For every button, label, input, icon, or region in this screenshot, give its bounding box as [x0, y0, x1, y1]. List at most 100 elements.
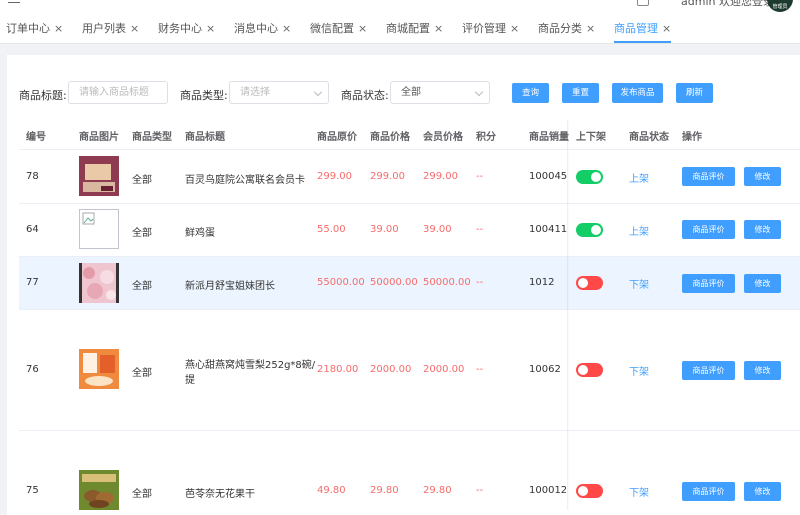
cell-member-price: 39.00: [423, 224, 452, 235]
cell-id: 76: [26, 364, 39, 375]
close-icon[interactable]: ×: [358, 22, 367, 35]
cell-price: 29.80: [370, 485, 399, 496]
close-icon[interactable]: ×: [586, 22, 595, 35]
cell-price: 2000.00: [370, 364, 412, 375]
close-icon[interactable]: ×: [206, 22, 215, 35]
tab-product-category[interactable]: 商品分类 ×: [538, 14, 595, 43]
cell-status-link[interactable]: 下架: [629, 484, 649, 499]
broken-image-icon: [79, 209, 119, 249]
publish-product-button[interactable]: 发布商品: [612, 83, 663, 103]
cell-original-price: 299.00: [317, 171, 352, 182]
tab-bar: 订单中心 × 用户列表 × 财务中心 × 消息中心 × 微信配置 × 商城配置 × 评价管理…: [0, 14, 800, 44]
cell-points: --: [476, 277, 484, 288]
close-icon[interactable]: ×: [434, 22, 443, 35]
membership-card-image: [79, 156, 119, 196]
refresh-button[interactable]: 刷新: [676, 83, 713, 103]
cell-title: 鲜鸡蛋: [185, 228, 215, 239]
col-header-id: 编号: [26, 132, 46, 143]
tab-finance-center[interactable]: 财务中心 ×: [158, 14, 215, 43]
product-thumbnail: [79, 156, 119, 196]
tab-order-center[interactable]: 订单中心 ×: [6, 14, 63, 43]
tab-product-management[interactable]: 商品管理 ×: [614, 14, 672, 43]
edit-button[interactable]: 修改: [744, 274, 781, 293]
cell-original-price: 49.80: [317, 485, 346, 496]
close-icon[interactable]: ×: [282, 22, 291, 35]
pink-product-image: [79, 263, 119, 303]
cell-points: --: [476, 485, 484, 496]
col-header-points: 积分: [476, 132, 496, 143]
cell-status-link[interactable]: 下架: [629, 276, 649, 291]
close-icon[interactable]: ×: [130, 22, 139, 35]
cell-status-link[interactable]: 上架: [629, 170, 649, 185]
cell-title-line2: 提: [185, 375, 195, 386]
toggle-knob: [591, 172, 601, 182]
status-select[interactable]: 全部: [390, 81, 490, 104]
tab-label: 财务中心: [158, 22, 202, 35]
status-select-value: 全部: [401, 87, 421, 98]
tab-review-management[interactable]: 评价管理 ×: [462, 14, 519, 43]
toggle-knob: [591, 225, 601, 235]
dried-fig-image: [79, 470, 119, 510]
close-icon[interactable]: ×: [662, 22, 671, 35]
cell-sales: 100045: [529, 171, 568, 182]
cell-price: 39.00: [370, 224, 399, 235]
close-icon[interactable]: ×: [54, 22, 63, 35]
cell-status-link[interactable]: 下架: [629, 363, 649, 378]
cell-sales: 100012: [529, 485, 568, 496]
reset-button[interactable]: 重置: [562, 83, 599, 103]
product-review-button[interactable]: 商品评价: [682, 167, 735, 186]
cell-type: 全部: [132, 228, 152, 239]
cell-sales: 1012: [529, 277, 555, 288]
edit-button[interactable]: 修改: [744, 167, 781, 186]
tab-label: 订单中心: [6, 22, 50, 35]
edit-button[interactable]: 修改: [744, 220, 781, 239]
chevron-down-icon: [313, 87, 323, 97]
cell-id: 77: [26, 277, 39, 288]
type-select[interactable]: 请选择: [229, 81, 329, 104]
shelf-toggle[interactable]: [576, 170, 603, 184]
cell-title: 百灵鸟庭院公寓联名会员卡: [185, 175, 305, 186]
close-icon[interactable]: ×: [510, 22, 519, 35]
cell-title: 燕心甜燕窝炖雪梨252g*8碗/: [185, 360, 316, 371]
edit-button[interactable]: 修改: [744, 361, 781, 380]
orange-product-image: [79, 349, 119, 389]
title-search-input[interactable]: 请输入商品标题: [68, 81, 168, 104]
toggle-knob: [578, 365, 588, 375]
tab-message-center[interactable]: 消息中心 ×: [234, 14, 291, 43]
product-thumbnail: [79, 470, 119, 510]
bell-icon[interactable]: [637, 0, 649, 6]
shelf-toggle[interactable]: [576, 276, 603, 290]
cell-type: 全部: [132, 175, 152, 186]
product-review-button[interactable]: 商品评价: [682, 482, 735, 501]
col-header-sales: 商品销量: [529, 132, 569, 143]
chevron-down-icon: [474, 87, 484, 97]
cell-status-link[interactable]: 上架: [629, 223, 649, 238]
tab-label: 商城配置: [386, 22, 430, 35]
cell-id: 75: [26, 485, 39, 496]
tab-label: 微信配置: [310, 22, 354, 35]
tab-wechat-config[interactable]: 微信配置 ×: [310, 14, 367, 43]
cell-id: 78: [26, 171, 39, 182]
tab-user-list[interactable]: 用户列表 ×: [82, 14, 139, 43]
product-review-button[interactable]: 商品评价: [682, 220, 735, 239]
edit-button[interactable]: 修改: [744, 482, 781, 501]
shelf-toggle[interactable]: [576, 484, 603, 498]
avatar[interactable]: 管理员: [767, 0, 793, 12]
cell-points: --: [476, 171, 484, 182]
shelf-toggle[interactable]: [576, 363, 603, 377]
menu-toggle-icon[interactable]: [8, 2, 20, 3]
tab-mall-config[interactable]: 商城配置 ×: [386, 14, 443, 43]
product-review-button[interactable]: 商品评价: [682, 361, 735, 380]
product-thumbnail: [79, 349, 119, 389]
cell-member-price: 2000.00: [423, 364, 465, 375]
top-header: admin 欢迎您登录 管理员: [0, 0, 800, 14]
user-greeting[interactable]: admin 欢迎您登录: [681, 0, 774, 9]
shelf-toggle[interactable]: [576, 223, 603, 237]
cell-sales: 10062: [529, 364, 561, 375]
search-button[interactable]: 查询: [512, 83, 549, 103]
product-review-button[interactable]: 商品评价: [682, 274, 735, 293]
cell-price: 299.00: [370, 171, 405, 182]
col-header-original-price: 商品原价: [317, 132, 357, 143]
tab-label: 商品分类: [538, 22, 582, 35]
cell-points: --: [476, 224, 484, 235]
